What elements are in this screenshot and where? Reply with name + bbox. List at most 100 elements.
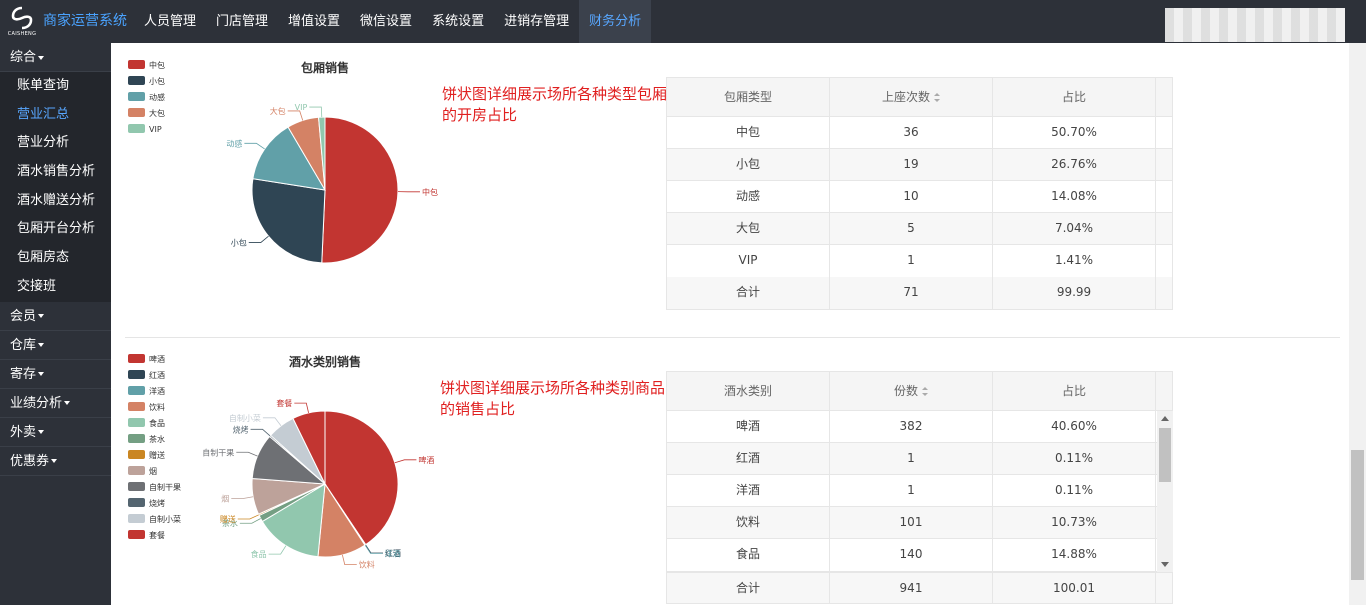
legend-swatch[interactable] — [128, 482, 145, 491]
room-sales-pie-chart: 包厢销售中包小包动感大包VIP中包小包动感大包VIP — [120, 52, 450, 312]
page-scrollbar[interactable] — [1349, 43, 1366, 605]
room-table-body: 中包3650.70%小包1926.76%动感1014.08%大包57.04%VI… — [667, 117, 1172, 277]
legend-swatch[interactable] — [128, 386, 145, 395]
legend-label[interactable]: 红酒 — [149, 370, 165, 380]
legend-swatch[interactable] — [128, 498, 145, 507]
nav-item-inventory[interactable]: 进销存管理 — [494, 0, 579, 43]
slice-label: 饮料 — [359, 560, 375, 570]
nav-item-wechat[interactable]: 微信设置 — [350, 0, 422, 43]
legend-swatch[interactable] — [128, 108, 145, 117]
sidebar-item-drink-sales[interactable]: 酒水销售分析 — [0, 158, 111, 187]
legend-label[interactable]: 套餐 — [149, 530, 165, 540]
sidebar-item-drink-gifts[interactable]: 酒水赠送分析 — [0, 187, 111, 216]
slice-label-line — [263, 418, 281, 426]
sidebar-group-members[interactable]: 会员 — [0, 302, 111, 331]
sidebar-group-storage[interactable]: 寄存 — [0, 360, 111, 389]
nav-item-system[interactable]: 系统设置 — [422, 0, 494, 43]
logo-mark-icon — [10, 6, 34, 30]
sidebar-group-takeout[interactable]: 外卖 — [0, 418, 111, 447]
legend-swatch[interactable] — [128, 354, 145, 363]
sidebar-item-business-summary[interactable]: 营业汇总 — [0, 101, 111, 130]
legend-label[interactable]: 烧烤 — [149, 498, 165, 508]
nav-item-value-added[interactable]: 增值设置 — [278, 0, 350, 43]
legend-label[interactable]: 食品 — [149, 418, 165, 428]
pie-slice[interactable] — [322, 117, 398, 263]
sidebar-group-coupons[interactable]: 优惠券 — [0, 447, 111, 476]
table-cell: 50.70% — [993, 117, 1156, 148]
slice-label: 自制干果 — [202, 447, 234, 457]
legend-label[interactable]: 啤酒 — [149, 354, 165, 364]
sidebar-item-room-opening[interactable]: 包厢开台分析 — [0, 215, 111, 244]
pie-slice[interactable] — [252, 179, 325, 263]
scroll-up-icon[interactable] — [1161, 416, 1169, 421]
sidebar-group-general[interactable]: 综合 — [0, 43, 111, 72]
sort-icon[interactable] — [922, 387, 928, 396]
legend-label[interactable]: 饮料 — [149, 402, 165, 412]
logo-text: CAISHENG — [6, 31, 38, 37]
legend-label[interactable]: VIP — [149, 125, 162, 134]
legend-swatch[interactable] — [128, 76, 145, 85]
sidebar-group-warehouse[interactable]: 仓库 — [0, 331, 111, 360]
legend-label[interactable]: 大包 — [149, 108, 165, 118]
table-cell: 19 — [830, 149, 993, 180]
table-cell: 101 — [830, 507, 993, 538]
room-type-table: 包厢类型 上座次数 占比 中包3650.70%小包1926.76%动感1014.… — [666, 77, 1173, 310]
scroll-down-icon[interactable] — [1161, 562, 1169, 567]
legend-label[interactable]: 小包 — [149, 76, 165, 86]
table-cell: 7.04% — [993, 213, 1156, 244]
table-cell: 140 — [830, 539, 993, 571]
sort-icon[interactable] — [934, 93, 940, 102]
column-header-ratio: 占比 — [993, 372, 1156, 410]
legend-label[interactable]: 自制干果 — [149, 482, 181, 492]
legend-swatch[interactable] — [128, 514, 145, 523]
legend-swatch[interactable] — [128, 466, 145, 475]
slice-label: 烧烤 — [233, 424, 249, 434]
table-total-row: 合计 71 99.99 — [667, 277, 1172, 309]
slice-label: 大包 — [270, 106, 286, 116]
legend-swatch[interactable] — [128, 530, 145, 539]
legend-label[interactable]: 洋酒 — [149, 386, 165, 396]
legend-swatch[interactable] — [128, 60, 145, 69]
slice-label-line — [244, 143, 264, 149]
legend-swatch[interactable] — [128, 92, 145, 101]
table-total-row: 合计 941 100.01 — [666, 572, 1173, 604]
legend-swatch[interactable] — [128, 124, 145, 133]
sidebar-item-room-status[interactable]: 包厢房态 — [0, 244, 111, 273]
table-cell: 14.88% — [993, 539, 1156, 571]
sidebar-group-performance[interactable]: 业绩分析 — [0, 389, 111, 418]
nav-item-staff[interactable]: 人员管理 — [134, 0, 206, 43]
total-seat-count: 71 — [830, 277, 993, 309]
brand-title[interactable]: 商家运营系统 — [43, 0, 127, 43]
table-cell: 36 — [830, 117, 993, 148]
column-header-drink-category: 酒水类别 — [667, 372, 830, 410]
slice-label-line — [231, 497, 253, 499]
legend-label[interactable]: 烟 — [149, 467, 157, 476]
table-row: 啤酒38240.60% — [667, 411, 1172, 443]
legend-swatch[interactable] — [128, 418, 145, 427]
legend-label[interactable]: 茶水 — [149, 434, 165, 444]
legend-label[interactable]: 动感 — [149, 92, 165, 102]
scrollbar-thumb[interactable] — [1159, 428, 1171, 482]
app-logo[interactable]: CAISHENG — [6, 4, 38, 40]
sidebar-item-business-analysis[interactable]: 营业分析 — [0, 129, 111, 158]
legend-swatch[interactable] — [128, 402, 145, 411]
legend-label[interactable]: 自制小菜 — [149, 514, 181, 524]
column-header-portions[interactable]: 份数 — [830, 372, 993, 410]
sidebar-item-shift-handover[interactable]: 交接班 — [0, 273, 111, 302]
legend-swatch[interactable] — [128, 434, 145, 443]
legend-swatch[interactable] — [128, 370, 145, 379]
legend-swatch[interactable] — [128, 450, 145, 459]
nav-item-finance[interactable]: 财务分析 — [579, 0, 651, 43]
legend-label[interactable]: 赠送 — [149, 450, 165, 460]
table-scrollbar[interactable] — [1157, 411, 1173, 572]
slice-label: 自制小菜 — [229, 413, 261, 423]
caret-down-icon — [38, 372, 44, 376]
legend-label[interactable]: 中包 — [149, 60, 165, 70]
page-scrollbar-thumb[interactable] — [1351, 450, 1364, 580]
table-cell: 26.76% — [993, 149, 1156, 180]
table-row: 食品14014.88% — [667, 539, 1172, 571]
table-cell: 1.41% — [993, 245, 1156, 277]
column-header-seat-count[interactable]: 上座次数 — [830, 78, 993, 116]
sidebar-item-bill-query[interactable]: 账单查询 — [0, 72, 111, 101]
nav-item-stores[interactable]: 门店管理 — [206, 0, 278, 43]
